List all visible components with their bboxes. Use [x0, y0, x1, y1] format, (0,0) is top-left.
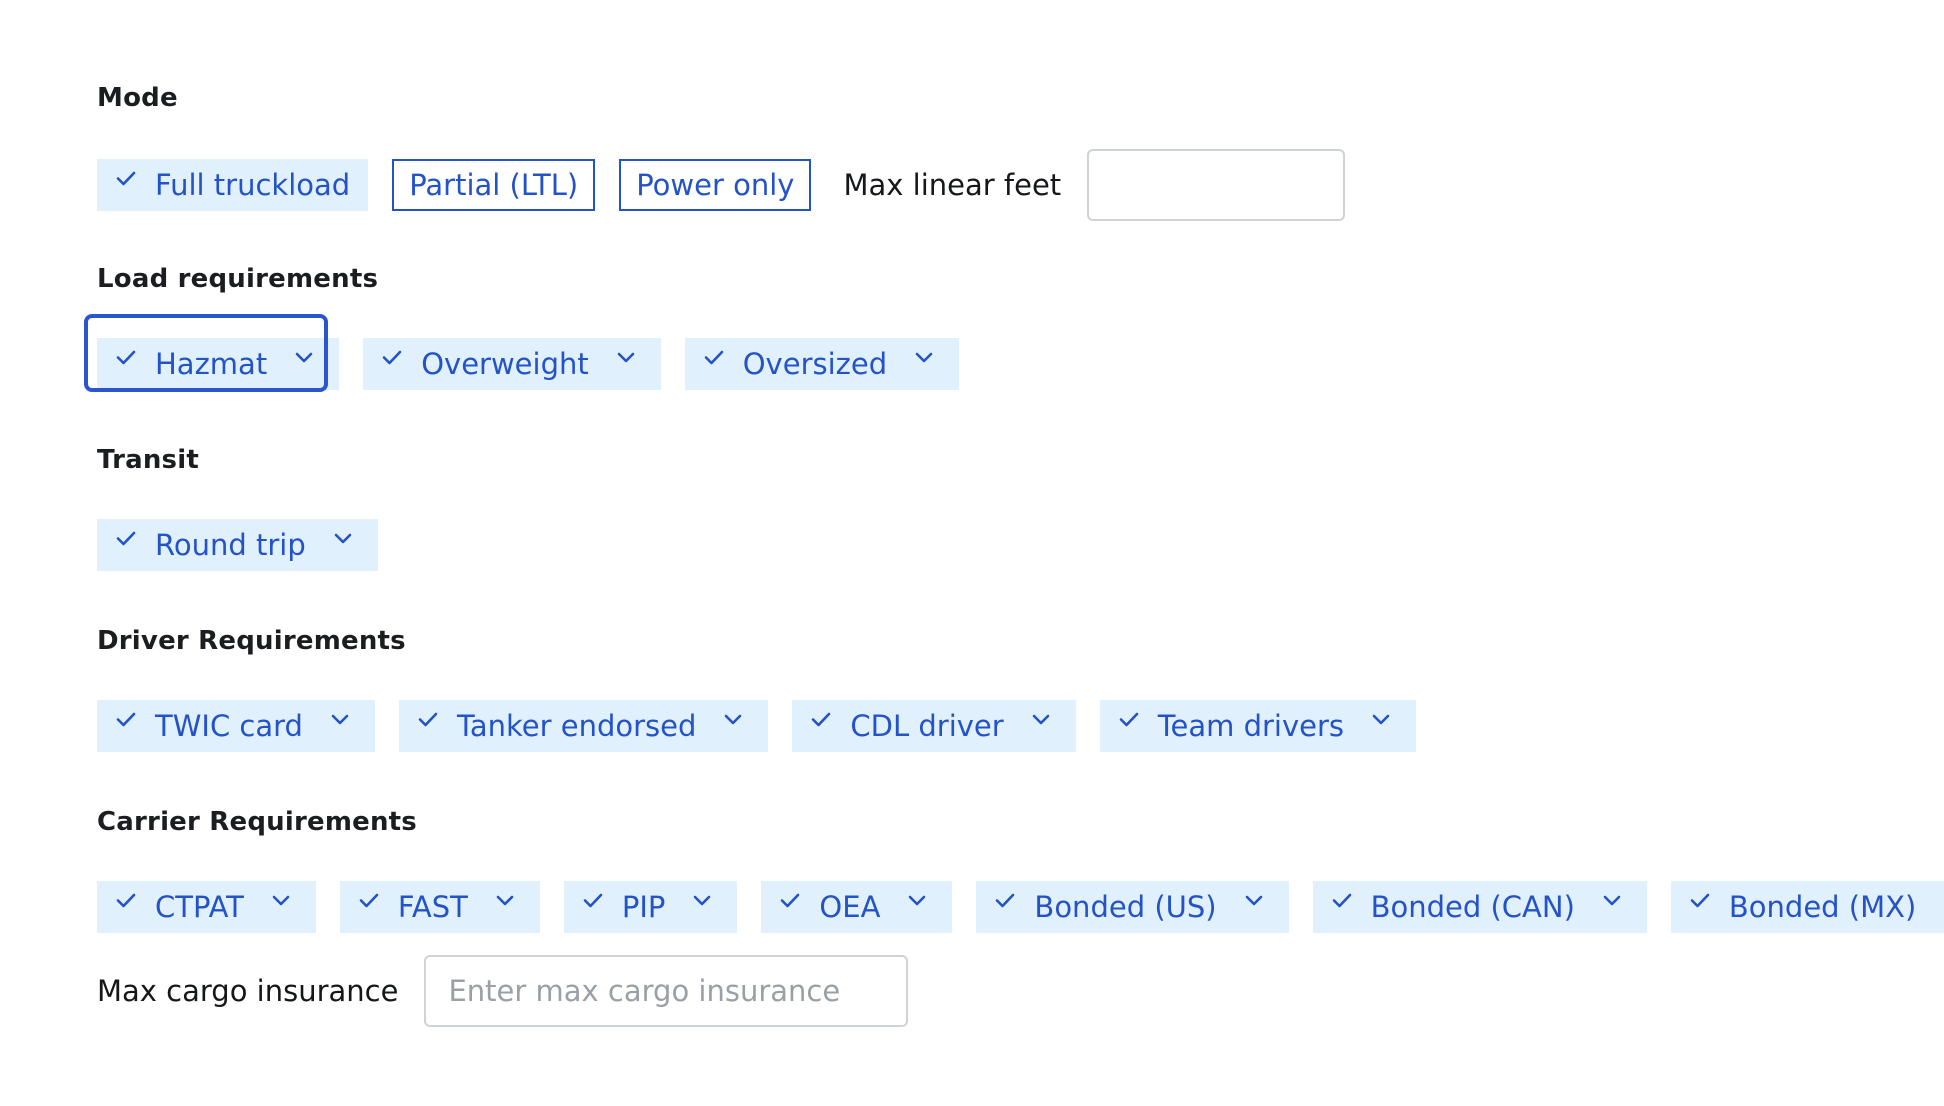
chip-round-trip[interactable]: Round trip: [97, 519, 378, 571]
chip-label: CDL driver: [850, 709, 1004, 743]
load-requirements-section: Load requirements Hazmat Overweight Over…: [97, 264, 983, 390]
chevron-down-icon[interactable]: [900, 883, 934, 917]
chip-overweight[interactable]: Overweight: [363, 338, 661, 390]
chip-label: PIP: [621, 890, 666, 924]
driver-requirements-section: Driver Requirements TWIC card Tanker end…: [97, 626, 1440, 752]
chip-label: Bonded (US): [1034, 890, 1217, 924]
chip-tanker-endorsed[interactable]: Tanker endorsed: [398, 700, 769, 752]
chip-label: Bonded (CAN): [1370, 890, 1575, 924]
chevron-down-icon[interactable]: [1936, 883, 1944, 917]
chevron-down-icon[interactable]: [287, 340, 321, 374]
chip-label: OEA: [819, 890, 881, 924]
chevron-down-icon[interactable]: [326, 521, 360, 555]
chevron-down-icon[interactable]: [1364, 702, 1398, 736]
transit-section: Transit Round trip: [97, 445, 402, 571]
check-icon: [773, 883, 807, 917]
chevron-down-icon[interactable]: [685, 883, 719, 917]
chip-label: Bonded (MX): [1728, 890, 1917, 924]
check-icon: [576, 883, 610, 917]
mode-row: Full truckload Partial (LTL) Power only …: [97, 149, 1346, 221]
chevron-down-icon[interactable]: [1595, 883, 1629, 917]
chip-cdl-driver[interactable]: CDL driver: [792, 700, 1076, 752]
chevron-down-icon[interactable]: [907, 340, 941, 374]
chip-pip[interactable]: PIP: [563, 881, 738, 933]
check-icon: [1112, 702, 1146, 736]
max-cargo-insurance-label: Max cargo insurance: [97, 974, 399, 1008]
chip-ctpat[interactable]: CTPAT: [97, 881, 316, 933]
chip-team-drivers[interactable]: Team drivers: [1099, 700, 1416, 752]
check-icon: [352, 883, 386, 917]
chip-bonded-can[interactable]: Bonded (CAN): [1312, 881, 1647, 933]
transit-label: Transit: [97, 445, 199, 475]
chip-label: Oversized: [742, 347, 888, 381]
max-linear-feet-input[interactable]: [1087, 149, 1346, 221]
check-icon: [1683, 883, 1717, 917]
chip-label: CTPAT: [155, 890, 244, 924]
chip-label: Hazmat: [155, 347, 268, 381]
chip-hazmat[interactable]: Hazmat: [97, 338, 340, 390]
chevron-down-icon[interactable]: [609, 340, 643, 374]
check-icon: [1325, 883, 1359, 917]
carrier-requirements-section: Carrier Requirements CTPAT FAST PIP OEA …: [97, 807, 1944, 1027]
check-icon: [109, 340, 143, 374]
check-icon: [804, 702, 838, 736]
chip-label: Tanker endorsed: [456, 709, 697, 743]
check-icon: [109, 161, 143, 195]
chip-label: TWIC card: [155, 709, 303, 743]
chevron-down-icon[interactable]: [716, 702, 750, 736]
mode-option-power-only[interactable]: Power only: [619, 159, 812, 211]
mode-option-label: Power only: [636, 168, 795, 202]
chevron-down-icon[interactable]: [1024, 702, 1058, 736]
chip-label: Round trip: [155, 528, 306, 562]
carrier-requirements-label: Carrier Requirements: [97, 807, 417, 837]
load-requirements-row: Hazmat Overweight Oversized: [97, 338, 983, 390]
chip-bonded-mx[interactable]: Bonded (MX): [1670, 881, 1944, 933]
mode-option-label: Full truckload: [155, 168, 351, 202]
check-icon: [411, 702, 445, 736]
max-cargo-insurance-row: Max cargo insurance: [97, 955, 1944, 1027]
check-icon: [988, 883, 1022, 917]
chip-fast[interactable]: FAST: [339, 881, 540, 933]
chevron-down-icon[interactable]: [264, 883, 298, 917]
chip-twic-card[interactable]: TWIC card: [97, 700, 375, 752]
transit-row: Round trip: [97, 519, 402, 571]
chevron-down-icon[interactable]: [488, 883, 522, 917]
check-icon: [375, 340, 409, 374]
mode-option-partial-ltl[interactable]: Partial (LTL): [392, 159, 596, 211]
chip-oea[interactable]: OEA: [761, 881, 953, 933]
mode-option-full-truckload[interactable]: Full truckload: [97, 159, 369, 211]
carrier-requirements-row: CTPAT FAST PIP OEA Bonded (US) Bonded (C…: [97, 881, 1944, 933]
mode-section: Mode Full truckload Partial (LTL) Power …: [97, 83, 1346, 221]
chip-bonded-us[interactable]: Bonded (US): [976, 881, 1289, 933]
driver-requirements-row: TWIC card Tanker endorsed CDL driver Tea…: [97, 700, 1440, 752]
chevron-down-icon[interactable]: [1237, 883, 1271, 917]
driver-requirements-label: Driver Requirements: [97, 626, 406, 656]
check-icon: [697, 340, 731, 374]
chip-oversized[interactable]: Oversized: [684, 338, 960, 390]
check-icon: [109, 883, 143, 917]
check-icon: [109, 521, 143, 555]
max-linear-feet-label: Max linear feet: [843, 168, 1062, 202]
load-requirements-label: Load requirements: [97, 264, 379, 294]
chip-label: Team drivers: [1157, 709, 1344, 743]
mode-option-label: Partial (LTL): [409, 168, 579, 202]
chevron-down-icon[interactable]: [323, 702, 357, 736]
max-cargo-insurance-input[interactable]: [424, 955, 909, 1027]
check-icon: [109, 702, 143, 736]
chip-label: FAST: [397, 890, 468, 924]
chip-label: Overweight: [421, 347, 589, 381]
mode-label: Mode: [97, 83, 178, 113]
